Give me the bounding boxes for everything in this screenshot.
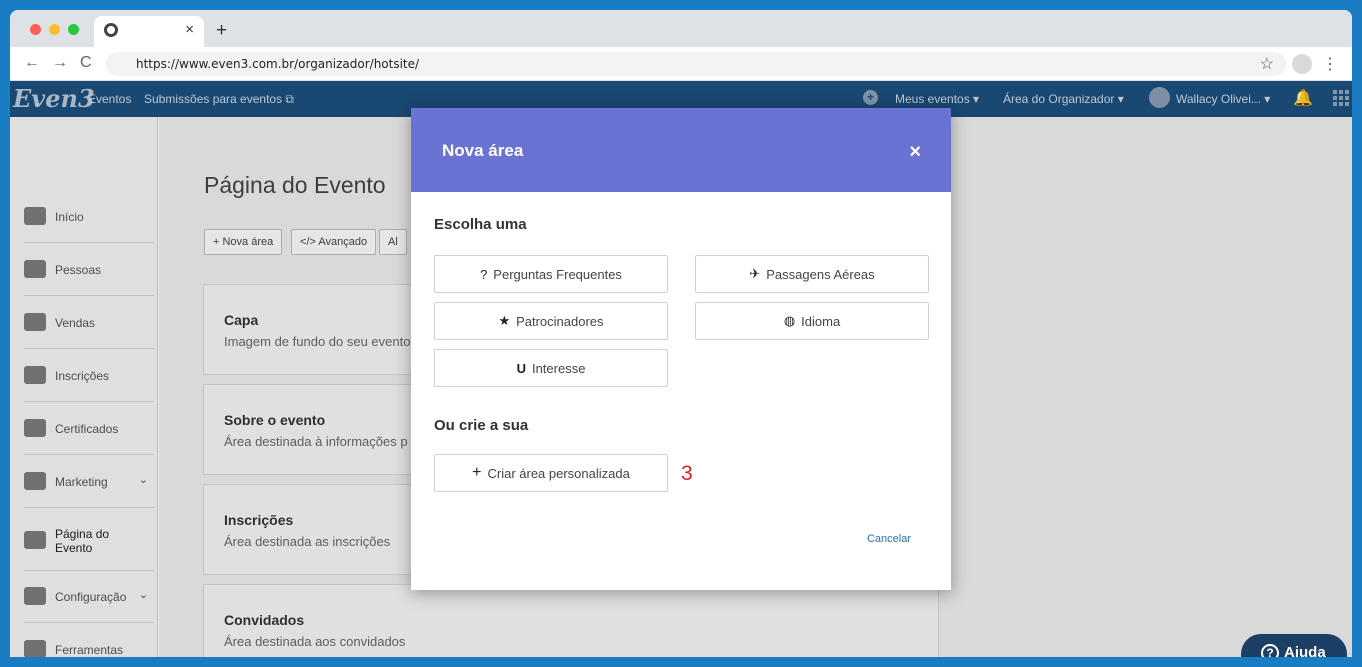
- choose-heading: Escolha uma: [434, 216, 527, 233]
- close-window-button[interactable]: [30, 24, 41, 35]
- reload-icon[interactable]: C: [80, 54, 92, 72]
- option-label: Interesse: [531, 360, 586, 376]
- minimize-window-button[interactable]: [49, 24, 60, 35]
- question-icon: ?: [480, 266, 488, 282]
- globe-icon: ◍: [783, 313, 796, 328]
- close-icon[interactable]: ×: [909, 141, 921, 164]
- chrome-icon: [104, 23, 118, 37]
- nova-area-modal: Nova área × Escolha uma ? Perguntas Frequ…: [411, 108, 951, 590]
- interesse-button[interactable]: U Interesse: [434, 349, 668, 387]
- plane-icon: ✈: [749, 266, 761, 281]
- window-controls: [30, 24, 79, 35]
- help-label: Ajuda: [1284, 644, 1326, 657]
- modal-title: Nova área: [442, 141, 524, 160]
- tab-close-icon[interactable]: ×: [185, 21, 194, 38]
- option-label: Idioma: [801, 313, 841, 329]
- criar-area-personalizada-button[interactable]: + Criar área personalizada: [434, 454, 668, 492]
- profile-icon[interactable]: [1292, 54, 1312, 74]
- option-label: Passagens Aéreas: [766, 266, 875, 282]
- url-input[interactable]: https://www.even3.com.br/organizador/hot…: [106, 52, 1286, 76]
- idioma-button[interactable]: ◍ Idioma: [695, 302, 929, 340]
- step-number-annotation: 3: [681, 462, 693, 485]
- perguntas-frequentes-button[interactable]: ? Perguntas Frequentes: [434, 255, 668, 293]
- help-icon: ?: [1261, 644, 1279, 657]
- browser-tab[interactable]: ×: [94, 16, 204, 47]
- back-icon[interactable]: ←: [24, 54, 40, 72]
- maximize-window-button[interactable]: [68, 24, 79, 35]
- help-button[interactable]: ? Ajuda: [1241, 634, 1347, 657]
- new-tab-button[interactable]: +: [216, 20, 227, 42]
- star-icon: ★: [498, 313, 511, 328]
- create-heading: Ou crie a sua: [434, 417, 529, 434]
- modal-header: Nova área ×: [411, 108, 951, 192]
- option-label: Perguntas Frequentes: [493, 266, 622, 282]
- magnet-icon: U: [516, 360, 526, 376]
- passagens-aereas-button[interactable]: ✈ Passagens Aéreas: [695, 255, 929, 293]
- browser-menu-icon[interactable]: ⋮: [1322, 54, 1338, 74]
- bookmark-star-icon[interactable]: ☆: [1260, 54, 1274, 74]
- option-label: Criar área personalizada: [487, 465, 630, 481]
- patrocinadores-button[interactable]: ★ Patrocinadores: [434, 302, 668, 340]
- option-label: Patrocinadores: [516, 313, 604, 329]
- address-bar: ← → C https://www.even3.com.br/organizad…: [10, 47, 1352, 81]
- tab-bar: × +: [10, 10, 1352, 47]
- cancel-link[interactable]: Cancelar: [867, 533, 911, 545]
- forward-icon[interactable]: →: [52, 54, 68, 72]
- plus-icon: +: [472, 464, 482, 481]
- browser-window: × + ← → C https://www.even3.com.br/organ…: [10, 10, 1352, 657]
